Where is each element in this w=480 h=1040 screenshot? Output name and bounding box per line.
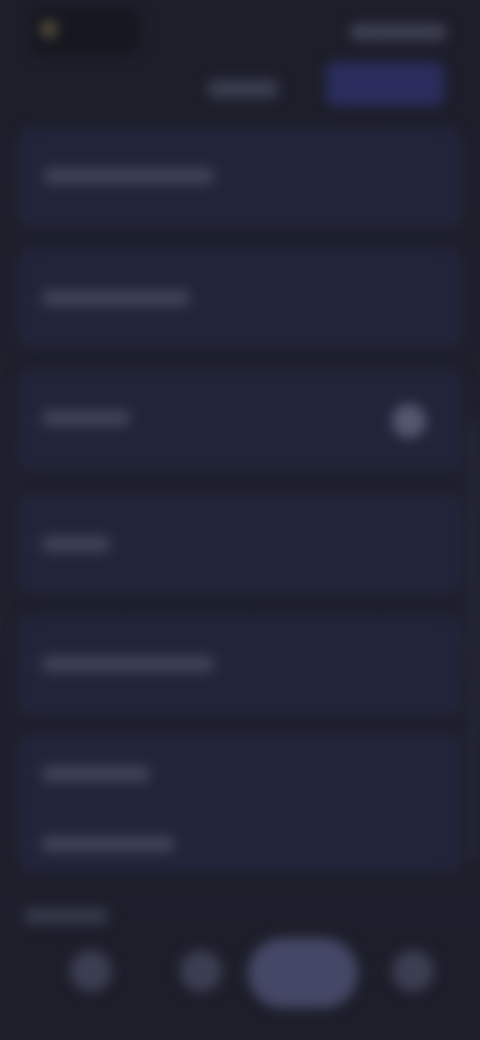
list-item-label — [42, 766, 150, 782]
toggle-dot-icon[interactable] — [392, 404, 426, 438]
list-item-label — [42, 290, 190, 306]
tab-left[interactable] — [208, 80, 278, 98]
list-item-label — [42, 836, 174, 852]
home-icon[interactable] — [70, 950, 112, 992]
list-icon[interactable] — [180, 950, 222, 992]
list-divider — [24, 236, 456, 238]
logo-icon — [40, 20, 58, 38]
list-item-label — [42, 656, 214, 672]
top-right-text — [350, 24, 446, 40]
list-item-label — [44, 168, 214, 184]
list-divider — [24, 602, 456, 604]
list-divider — [24, 484, 456, 486]
tab-right[interactable] — [326, 62, 444, 106]
profile-icon[interactable] — [392, 950, 434, 992]
add-icon[interactable] — [248, 938, 358, 1008]
scrollbar[interactable] — [470, 420, 478, 860]
section-label — [24, 908, 108, 924]
blurred-content — [0, 0, 480, 1040]
list-divider — [24, 722, 456, 724]
app-screen — [0, 0, 480, 1040]
list-item-label — [42, 410, 130, 426]
list-item-label — [42, 536, 110, 552]
list-divider — [24, 356, 456, 358]
